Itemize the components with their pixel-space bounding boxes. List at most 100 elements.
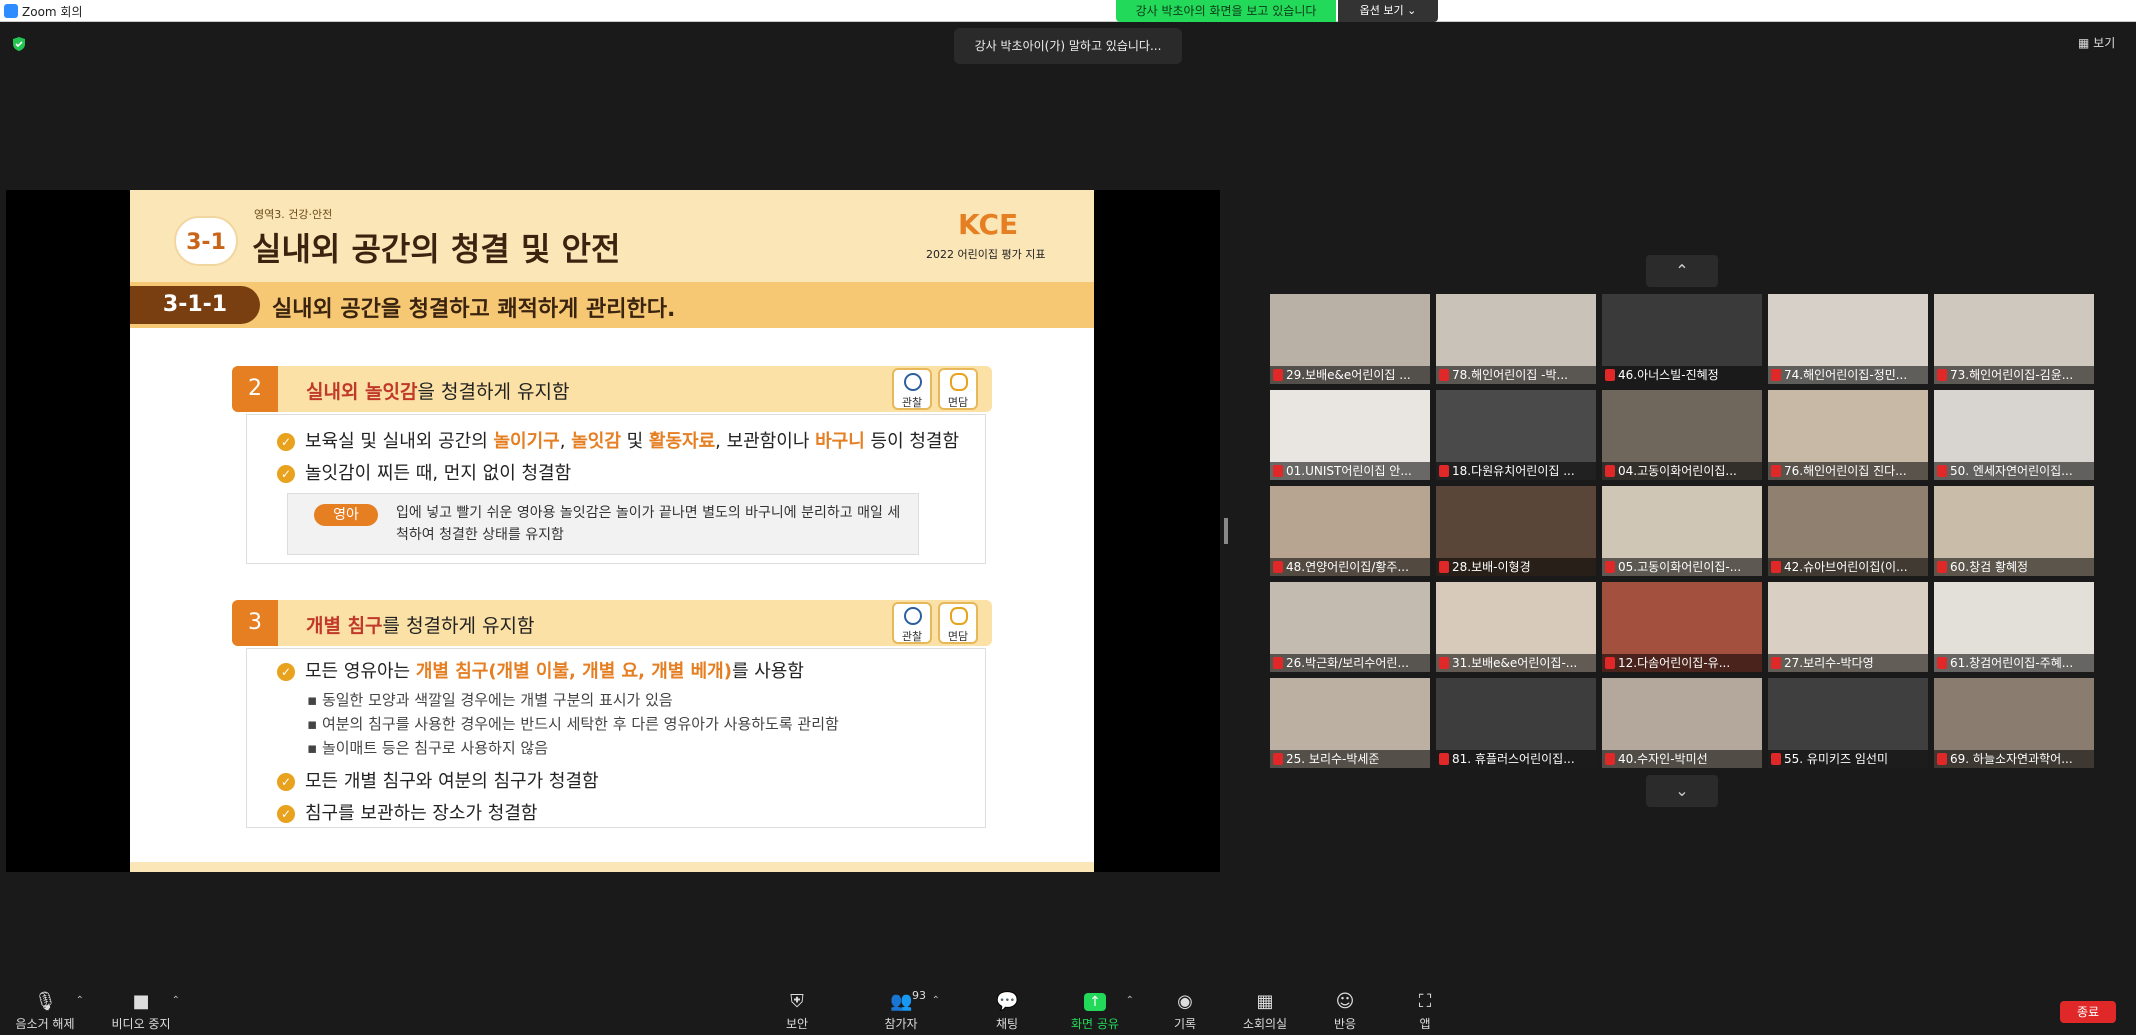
muted-mic-icon <box>1273 465 1283 477</box>
unmute-button[interactable]: 🎙 음소거 해제 ⌃ <box>0 985 90 1035</box>
participant-tile[interactable]: 73.해인어린이집-김윤... <box>1934 294 2094 384</box>
item-2-label: 실내외 놀잇감을 청결하게 유지함 <box>306 377 569 404</box>
security-button[interactable]: ⛨ 보안 <box>752 985 842 1035</box>
chat-button[interactable]: 💬 채팅 <box>962 985 1052 1035</box>
participant-tile[interactable]: 18.다원유치어린이집 ... <box>1436 390 1596 480</box>
check-icon: ✓ <box>277 805 295 823</box>
participant-name: 48.연양어린이집/황주... <box>1270 558 1430 576</box>
muted-mic-icon <box>1937 369 1947 381</box>
participant-name: 40.수자인-박미선 <box>1602 750 1762 768</box>
participant-tile[interactable]: 74.해인어린이집-정민... <box>1768 294 1928 384</box>
participant-tile[interactable]: 76.해인어린이집 진다... <box>1768 390 1928 480</box>
participant-tile[interactable]: 46.아너스빌-진혜정 <box>1602 294 1762 384</box>
magnifier-icon <box>904 607 922 625</box>
muted-mic-icon <box>1605 369 1615 381</box>
breakout-rooms-button[interactable]: ▦ 소회의실 <box>1220 985 1310 1035</box>
speech-bubble-icon <box>950 607 968 625</box>
bullet-text: , 보관함이나 <box>715 431 816 452</box>
participant-tile[interactable]: 31.보배e&e어린이집-... <box>1436 582 1596 672</box>
chevron-up-icon[interactable]: ⌃ <box>76 995 84 1006</box>
participant-tile[interactable]: 42.슈아브어린이집(이... <box>1768 486 1928 576</box>
participant-name: 26.박근화/보리수어린... <box>1270 654 1430 672</box>
view-options-button[interactable]: 옵션 보기 ⌄ <box>1338 0 1438 22</box>
infant-tag: 영아 <box>314 504 378 526</box>
chevron-up-icon[interactable]: ⌃ <box>932 995 940 1006</box>
participant-name: 46.아너스빌-진혜정 <box>1602 366 1762 384</box>
shared-slide: 3-1 영역3. 건강·안전 실내외 공간의 청결 및 안전 KCE 2022 … <box>130 190 1094 872</box>
reactions-button[interactable]: ☺ 반응 <box>1300 985 1390 1035</box>
bullet-highlight: 놀이기구 <box>493 431 560 452</box>
bullet-text: 침구를 보관하는 장소가 청결함 <box>305 803 538 824</box>
gallery-prev-button[interactable]: ⌃ <box>1646 255 1718 287</box>
item-3-box: ✓ 모든 영유아는 개별 침구(개별 이불, 개별 요, 개별 베개)를 사용함 … <box>246 648 986 828</box>
item-3-bar: 3 개별 침구를 청결하게 유지함 관찰 면담 <box>232 600 992 646</box>
participant-name: 25. 보리수-박세준 <box>1270 750 1430 768</box>
participant-name: 76.해인어린이집 진다... <box>1768 462 1928 480</box>
view-button[interactable]: ▦ 보기 <box>2078 34 2115 51</box>
item-3-bullet-1: ✓ 모든 영유아는 개별 침구(개별 이불, 개별 요, 개별 베개)를 사용함 <box>277 657 804 683</box>
interview-badge-label: 면담 <box>947 396 969 409</box>
kce-subtitle: 2022 어린이집 평가 지표 <box>926 248 1046 261</box>
record-icon: ◉ <box>1177 991 1193 1012</box>
participant-name: 55. 유미키즈 임선미 <box>1768 750 1928 768</box>
apps-button[interactable]: ⛶ 앱 <box>1380 985 1470 1035</box>
participant-tile[interactable]: 69. 하늘소자연과학어... <box>1934 678 2094 768</box>
subbullet-text: 동일한 모양과 색깔일 경우에는 개별 구분의 표시가 있음 <box>321 691 673 709</box>
security-label: 보안 <box>785 1017 809 1031</box>
share-screen-label: 화면 공유 <box>1071 1017 1119 1031</box>
participant-tile[interactable]: 04.고동이화어린이집... <box>1602 390 1762 480</box>
participant-tile[interactable]: 05.고동이화어린이집-... <box>1602 486 1762 576</box>
gallery-next-button[interactable]: ⌄ <box>1646 775 1718 807</box>
grid-icon: ▦ <box>2078 36 2094 50</box>
participant-tile[interactable]: 27.보리수-박다영 <box>1768 582 1928 672</box>
screen-share-banner: 강사 박초아의 화면을 보고 있습니다 <box>1116 0 1336 22</box>
chevron-up-icon[interactable]: ⌃ <box>172 995 180 1006</box>
bullet-highlight: 활동자료 <box>648 431 716 452</box>
participant-tile[interactable]: 60.창검 황혜정 <box>1934 486 2094 576</box>
item-2-bar: 2 실내외 놀잇감을 청결하게 유지함 관찰 면담 <box>232 366 992 412</box>
check-icon: ✓ <box>277 773 295 791</box>
participant-tile[interactable]: 81. 휴플러스어린이집... <box>1436 678 1596 768</box>
participant-tile[interactable]: 61.창검어린이집-주혜... <box>1934 582 2094 672</box>
item-3-highlight: 개별 침구 <box>306 615 383 637</box>
reactions-label: 반응 <box>1333 1017 1357 1031</box>
participant-tile[interactable]: 50. 엔세자연어린이집... <box>1934 390 2094 480</box>
muted-mic-icon <box>1439 465 1449 477</box>
participant-tile[interactable]: 29.보배e&e어린이집 ... <box>1270 294 1430 384</box>
check-icon: ✓ <box>277 433 295 451</box>
participant-name: 78.해인어린이집 -박... <box>1436 366 1596 384</box>
participant-tile[interactable]: 26.박근화/보리수어린... <box>1270 582 1430 672</box>
participant-tile[interactable]: 78.해인어린이집 -박... <box>1436 294 1596 384</box>
participant-tile[interactable]: 55. 유미키즈 임선미 <box>1768 678 1928 768</box>
participant-name: 28.보배-이형경 <box>1436 558 1596 576</box>
stop-video-label: 비디오 중지 <box>111 1017 171 1031</box>
share-screen-button[interactable]: ↑ 화면 공유 ⌃ <box>1050 985 1140 1035</box>
security-shield-icon[interactable] <box>12 36 26 52</box>
reaction-icon: ☺ <box>1335 991 1355 1012</box>
muted-mic-icon <box>1439 753 1449 765</box>
video-camera-icon: ■ <box>132 991 150 1012</box>
split-view-handle[interactable] <box>1224 518 1228 544</box>
subheader-tag: 3-1-1 <box>130 286 260 324</box>
participant-name: 27.보리수-박다영 <box>1768 654 1928 672</box>
participant-name: 69. 하늘소자연과학어... <box>1934 750 2094 768</box>
participant-tile[interactable]: 48.연양어린이집/황주... <box>1270 486 1430 576</box>
item-3-label: 개별 침구를 청결하게 유지함 <box>306 611 534 638</box>
bullet-highlight: 놀잇감 <box>571 431 621 452</box>
participant-tile[interactable]: 25. 보리수-박세준 <box>1270 678 1430 768</box>
participants-button[interactable]: 👥 93 참가자 ⌃ <box>856 985 946 1035</box>
stop-video-button[interactable]: ■ 비디오 중지 ⌃ <box>96 985 186 1035</box>
muted-mic-icon <box>1439 561 1449 573</box>
bullet-text: 모든 영유아는 <box>305 661 416 682</box>
muted-mic-icon <box>1937 465 1947 477</box>
end-meeting-button[interactable]: 종료 <box>2060 1001 2116 1023</box>
participant-tile[interactable]: 12.다솜어린이집-유... <box>1602 582 1762 672</box>
participant-tile[interactable]: 01.UNIST어린이집 안... <box>1270 390 1430 480</box>
item-2-bullet-1: ✓ 보육실 및 실내외 공간의 놀이기구, 놀잇감 및 활동자료, 보관함이나 바… <box>277 427 959 453</box>
record-button[interactable]: ◉ 기록 <box>1140 985 1230 1035</box>
participant-tile[interactable]: 40.수자인-박미선 <box>1602 678 1762 768</box>
chevron-up-icon[interactable]: ⌃ <box>1126 995 1134 1006</box>
participant-tile[interactable]: 28.보배-이형경 <box>1436 486 1596 576</box>
magnifier-icon <box>904 373 922 391</box>
subheader-text: 실내외 공간을 청결하고 쾌적하게 관리한다. <box>272 297 676 322</box>
